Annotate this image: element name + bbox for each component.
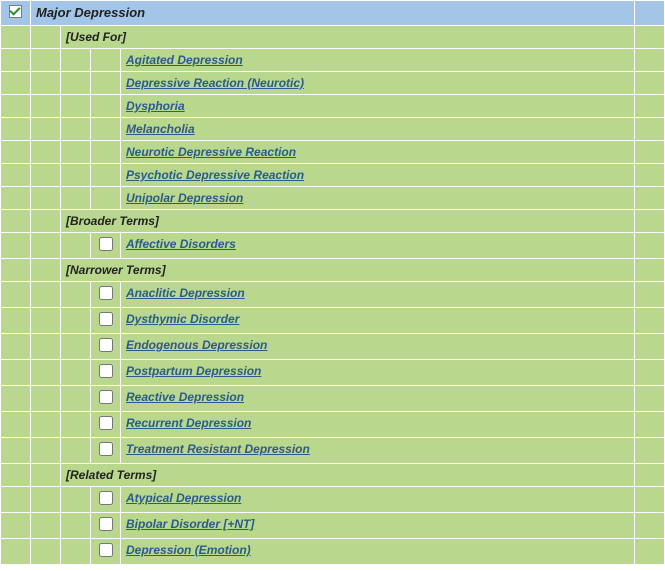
- term-link[interactable]: Depression (Emotion): [126, 543, 251, 557]
- term-link[interactable]: Dysphoria: [126, 99, 185, 113]
- section-label: [Used For]: [66, 30, 126, 44]
- term-checkbox[interactable]: [99, 416, 113, 430]
- term-row: Dysthymic Disorder: [1, 308, 665, 334]
- section-label: [Narrower Terms]: [66, 263, 166, 277]
- term-link[interactable]: Postpartum Depression: [126, 364, 261, 378]
- term-link[interactable]: Depressive Reaction (Neurotic): [126, 76, 304, 90]
- term-row: Neurotic Depressive Reaction: [1, 141, 665, 164]
- term-row: Recurrent Depression: [1, 412, 665, 438]
- section-label: [Related Terms]: [66, 468, 156, 482]
- section-row: [Used For]: [1, 26, 665, 49]
- section-row: [Broader Terms]: [1, 210, 665, 233]
- term-row: Agitated Depression: [1, 49, 665, 72]
- term-link[interactable]: Dysthymic Disorder: [126, 312, 239, 326]
- term-checkbox[interactable]: [99, 491, 113, 505]
- term-row: Anaclitic Depression: [1, 282, 665, 308]
- term-row: Treatment Resistant Depression: [1, 438, 665, 464]
- term-checkbox[interactable]: [99, 237, 113, 251]
- thesaurus-table: Major Depression [Used For]Agitated Depre…: [0, 0, 665, 565]
- section-label: [Broader Terms]: [66, 214, 159, 228]
- term-link[interactable]: Neurotic Depressive Reaction: [126, 145, 296, 159]
- section-row: [Narrower Terms]: [1, 259, 665, 282]
- term-link[interactable]: Atypical Depression: [126, 491, 241, 505]
- term-checkbox[interactable]: [99, 517, 113, 531]
- term-checkbox[interactable]: [99, 390, 113, 404]
- term-checkbox[interactable]: [99, 338, 113, 352]
- term-row: Affective Disorders: [1, 233, 665, 259]
- term-row: Bipolar Disorder [+NT]: [1, 513, 665, 539]
- term-row: Melancholia: [1, 118, 665, 141]
- term-row: Depression (Emotion): [1, 539, 665, 565]
- main-term-checkbox[interactable]: [9, 5, 22, 18]
- term-link[interactable]: Unipolar Depression: [126, 191, 243, 205]
- term-link[interactable]: Agitated Depression: [126, 53, 243, 67]
- term-row: Psychotic Depressive Reaction: [1, 164, 665, 187]
- term-link[interactable]: Psychotic Depressive Reaction: [126, 168, 304, 182]
- term-row: Endogenous Depression: [1, 334, 665, 360]
- main-term-title: Major Depression: [36, 5, 145, 20]
- term-link[interactable]: Anaclitic Depression: [126, 286, 245, 300]
- term-checkbox[interactable]: [99, 442, 113, 456]
- term-row: Reactive Depression: [1, 386, 665, 412]
- term-checkbox[interactable]: [99, 312, 113, 326]
- term-link[interactable]: Affective Disorders: [126, 237, 236, 251]
- term-link[interactable]: Treatment Resistant Depression: [126, 442, 310, 456]
- term-link[interactable]: Endogenous Depression: [126, 338, 267, 352]
- term-link[interactable]: Melancholia: [126, 122, 195, 136]
- term-row: Dysphoria: [1, 95, 665, 118]
- term-checkbox[interactable]: [99, 286, 113, 300]
- term-row: Unipolar Depression: [1, 187, 665, 210]
- section-row: [Related Terms]: [1, 464, 665, 487]
- term-row: Atypical Depression: [1, 487, 665, 513]
- term-link[interactable]: Reactive Depression: [126, 390, 244, 404]
- term-link[interactable]: Bipolar Disorder [+NT]: [126, 517, 254, 531]
- term-checkbox[interactable]: [99, 364, 113, 378]
- term-row: Depressive Reaction (Neurotic): [1, 72, 665, 95]
- main-term-row: Major Depression: [1, 1, 665, 26]
- term-checkbox[interactable]: [99, 543, 113, 557]
- term-row: Postpartum Depression: [1, 360, 665, 386]
- term-link[interactable]: Recurrent Depression: [126, 416, 251, 430]
